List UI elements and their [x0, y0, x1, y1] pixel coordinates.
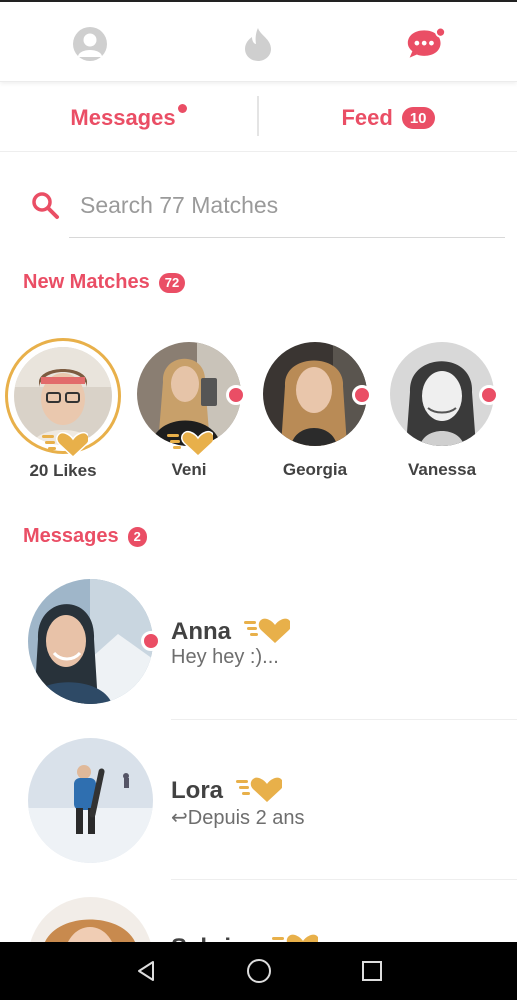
online-indicator [479, 385, 499, 405]
message-row-sabrina[interactable]: Sabrina [0, 897, 517, 942]
super-like-heart-icon [243, 618, 291, 643]
row-separator [171, 879, 517, 880]
messages-header: Messages 2 [23, 525, 147, 548]
online-indicator [141, 631, 161, 651]
avatar [28, 579, 153, 704]
contact-name: Anna [171, 618, 231, 645]
message-feed-tabs: Messages Feed 10 [0, 84, 517, 152]
top-app-bar [0, 0, 517, 82]
likes-tile[interactable]: 20 Likes [3, 338, 123, 481]
flame-icon[interactable] [238, 24, 278, 64]
system-navigation-bar [0, 942, 517, 1000]
avatar [28, 738, 153, 863]
new-matches-header: New Matches 72 [23, 271, 186, 294]
match-georgia[interactable]: Georgia [255, 338, 375, 480]
super-like-heart-icon [271, 934, 319, 942]
row-separator [171, 719, 517, 720]
search-underline [69, 237, 505, 238]
message-row-anna[interactable]: Anna Hey hey :)... [0, 579, 517, 739]
tab-feed[interactable]: Feed 10 [259, 84, 517, 152]
match-name: Veni [171, 460, 207, 479]
tab-messages-label: Messages [70, 105, 176, 130]
match-vanessa[interactable]: Vanessa [382, 338, 502, 480]
super-like-heart-icon [167, 430, 213, 458]
match-name: Vanessa [407, 460, 477, 479]
online-indicator [226, 385, 246, 405]
message-name: Sabrina [171, 931, 319, 942]
likes-ring [5, 338, 121, 459]
message-name: Lora [171, 774, 283, 805]
message-name: Anna [171, 615, 291, 646]
match-name: Georgia [282, 460, 348, 479]
match-name: 20 Likes [29, 461, 97, 480]
search-bar [30, 186, 505, 238]
super-like-heart-icon [42, 431, 88, 459]
home-icon[interactable] [246, 958, 272, 984]
message-preview: ↩Depuis 2 ans [171, 807, 305, 829]
contact-name: Sabrina [171, 934, 259, 942]
match-veni[interactable]: Veni [129, 338, 249, 480]
messages-count: 2 [127, 526, 147, 547]
feed-count-badge: 10 [401, 107, 435, 129]
unread-dot [177, 103, 187, 113]
tab-messages[interactable]: Messages [0, 84, 257, 152]
search-input[interactable] [80, 188, 500, 222]
back-icon[interactable] [134, 959, 158, 983]
new-matches-count: 72 [158, 272, 186, 293]
contact-name: Lora [171, 777, 224, 804]
new-matches-title: New Matches [23, 271, 150, 293]
chat-bubble-icon[interactable] [406, 24, 446, 64]
recent-apps-icon[interactable] [361, 960, 383, 982]
profile-icon[interactable] [70, 24, 110, 64]
message-row-lora[interactable]: Lora ↩Depuis 2 ans [0, 738, 517, 898]
online-indicator [352, 385, 372, 405]
avatar [28, 897, 153, 942]
search-icon [30, 190, 60, 225]
super-like-heart-icon [235, 777, 283, 802]
tab-feed-label: Feed [341, 105, 393, 130]
message-preview: Hey hey :)... [171, 646, 279, 668]
messages-title: Messages [23, 525, 119, 547]
